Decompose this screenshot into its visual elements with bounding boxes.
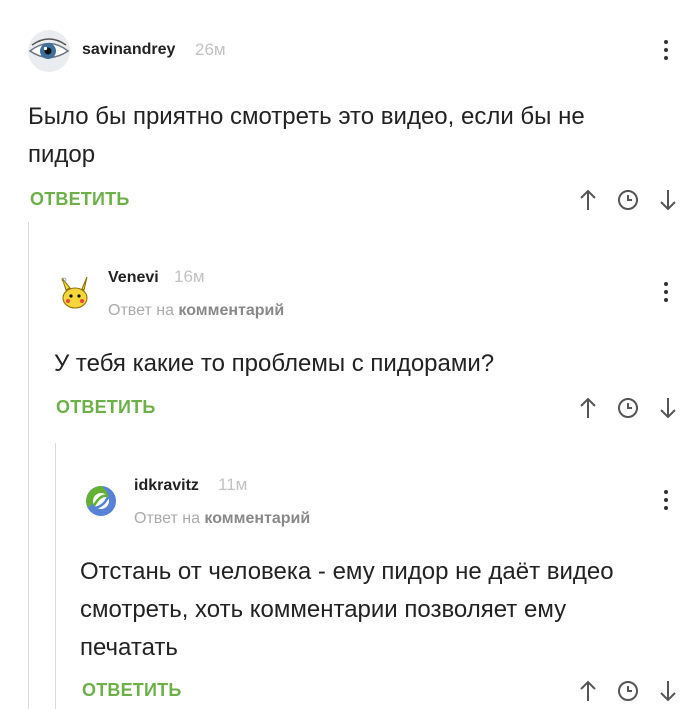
comment-time: 16м [174, 267, 205, 286]
reply-button[interactable]: ОТВЕТИТЬ [56, 397, 155, 418]
comment-actions [576, 396, 680, 420]
reply-to-prefix: Ответ на [108, 302, 174, 319]
thread-line-level-2 [55, 443, 56, 709]
reply-to-line: Ответ на комментарий [134, 510, 310, 528]
thread-line-level-1 [28, 222, 29, 709]
more-options-icon[interactable] [661, 280, 671, 304]
reply-to-line: Ответ на комментарий [108, 302, 284, 320]
pikachu-avatar-icon[interactable] [54, 272, 96, 314]
comment-actions [576, 679, 680, 703]
comment-author[interactable]: savinandrey [82, 41, 175, 59]
comment-actions [576, 188, 680, 212]
upvote-arrow-icon[interactable] [576, 396, 600, 420]
comment-time: 11м [218, 475, 248, 494]
downvote-arrow-icon[interactable] [656, 188, 680, 212]
downvote-arrow-icon[interactable] [656, 396, 680, 420]
clojure-logo-avatar-icon[interactable] [80, 480, 122, 522]
clock-icon[interactable] [616, 679, 640, 703]
comment-author[interactable]: Venevi [108, 269, 159, 287]
reply-to-link[interactable]: комментарий [178, 302, 284, 319]
eye-avatar-icon[interactable] [28, 30, 70, 72]
comment-author[interactable]: idkravitz [134, 477, 199, 495]
upvote-arrow-icon[interactable] [576, 188, 600, 212]
more-options-icon[interactable] [661, 488, 671, 512]
clock-icon[interactable] [616, 188, 640, 212]
comment-text: У тебя какие то проблемы с пидорами? [54, 350, 495, 377]
reply-to-link[interactable]: комментарий [204, 510, 310, 527]
downvote-arrow-icon[interactable] [656, 679, 680, 703]
reply-to-prefix: Ответ на [134, 510, 200, 527]
clock-icon[interactable] [616, 396, 640, 420]
more-options-icon[interactable] [661, 38, 671, 62]
upvote-arrow-icon[interactable] [576, 679, 600, 703]
comment-time: 26м [195, 40, 226, 59]
comment-text: Отстань от человека - ему пидор не даёт … [80, 558, 614, 661]
comment-text: Было бы приятно смотреть это видео, если… [28, 103, 585, 168]
reply-button[interactable]: ОТВЕТИТЬ [82, 680, 181, 701]
reply-button[interactable]: ОТВЕТИТЬ [30, 189, 129, 210]
